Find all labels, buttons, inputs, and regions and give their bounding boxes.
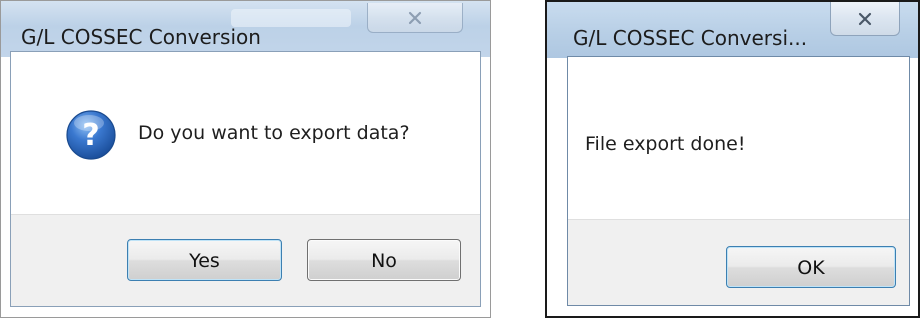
close-icon <box>408 11 422 24</box>
no-button[interactable]: No <box>307 239 461 281</box>
message-area: File export done! <box>568 57 909 219</box>
export-done-dialog: G/L COSSEC Conversi... File export done!… <box>545 0 920 318</box>
button-area: Yes No <box>11 214 480 306</box>
yes-button[interactable]: Yes <box>127 239 282 281</box>
title-bar: G/L COSSEC Conversion <box>1 1 490 57</box>
title-bar: G/L COSSEC Conversi... <box>547 2 918 58</box>
dialog-title: G/L COSSEC Conversi... <box>573 26 808 50</box>
info-message: File export done! <box>585 133 746 155</box>
close-icon <box>858 12 872 25</box>
message-area: ? Do you want to export data? <box>11 52 480 214</box>
close-button[interactable] <box>830 2 900 36</box>
close-button[interactable] <box>367 3 463 33</box>
dialog-title: G/L COSSEC Conversion <box>21 25 261 49</box>
ok-button[interactable]: OK <box>726 246 896 288</box>
dialog-body: ? Do you want to export data? Yes No <box>10 51 481 307</box>
confirm-message: Do you want to export data? <box>138 122 410 144</box>
svg-text:?: ? <box>82 118 99 153</box>
export-confirm-dialog: G/L COSSEC Conversion ? Do you want to e… <box>0 0 491 318</box>
question-icon: ? <box>66 110 116 160</box>
dialog-body: File export done! OK <box>567 56 910 306</box>
button-area: OK <box>568 219 909 305</box>
